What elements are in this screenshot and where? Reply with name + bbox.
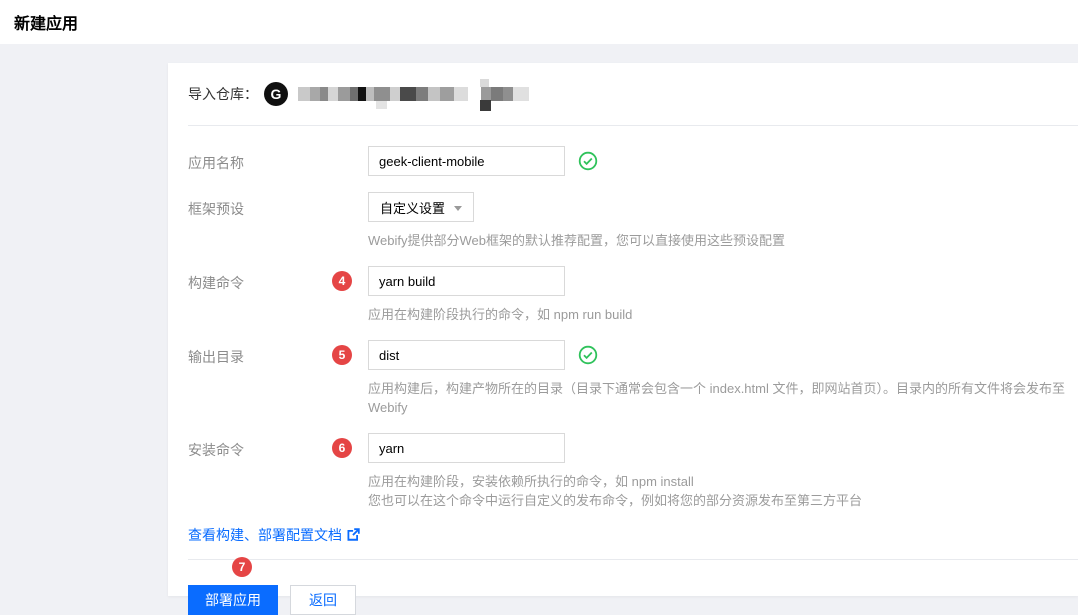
external-link-icon [347, 528, 360, 541]
build-deploy-doc-link[interactable]: 查看构建、部署配置文档 [188, 525, 360, 545]
form-row-build-command: 构建命令 4 应用在构建阶段执行的命令，如 npm run build [188, 266, 1078, 324]
back-button[interactable]: 返回 [290, 585, 356, 615]
import-repo-row: 导入仓库： G [188, 63, 1078, 125]
output-directory-input[interactable] [368, 340, 565, 370]
page-header: 新建应用 [0, 0, 1078, 44]
form-row-framework-preset: 框架预设 自定义设置 Webify提供部分Web框架的默认推荐配置，您可以直接使… [188, 192, 1078, 250]
chevron-down-icon [454, 206, 462, 211]
import-repo-label: 导入仓库： [188, 84, 258, 104]
valid-check-icon [578, 151, 598, 171]
form-row-app-name: 应用名称 [188, 146, 1078, 176]
app-name-input[interactable] [368, 146, 565, 176]
framework-preset-value: 自定义设置 [380, 198, 445, 217]
git-provider-icon: G [264, 82, 288, 106]
install-command-help-2: 您也可以在这个命令中运行自定义的发布命令，例如将您的部分资源发布至第三方平台 [368, 491, 862, 510]
output-directory-help: 应用构建后，构建产物所在的目录（目录下通常会包含一个 index.html 文件… [368, 379, 1078, 417]
form-row-output-directory: 输出目录 5 应用构建后，构建产物所在的目录（目录下通常会包含一个 index.… [188, 340, 1078, 417]
framework-preset-label: 框架预设 [188, 192, 368, 250]
app-config-form: 应用名称 框架预设 自定义设置 [188, 126, 1078, 615]
doc-link-label: 查看构建、部署配置文档 [188, 525, 342, 545]
build-command-input[interactable] [368, 266, 565, 296]
framework-preset-select[interactable]: 自定义设置 [368, 192, 474, 222]
valid-check-icon [578, 345, 598, 365]
app-name-label: 应用名称 [188, 146, 368, 176]
redacted-repo-branch [481, 87, 529, 101]
step-badge-5: 5 [332, 345, 352, 365]
page-title: 新建应用 [14, 10, 78, 34]
build-command-help: 应用在构建阶段执行的命令，如 npm run build [368, 305, 632, 324]
redacted-repo-name [298, 87, 468, 101]
install-command-input[interactable] [368, 433, 565, 463]
form-footer: 7 部署应用 返回 [188, 560, 1078, 615]
doc-link-row: 查看构建、部署配置文档 [188, 526, 1078, 543]
form-row-install-command: 安装命令 6 应用在构建阶段，安装依赖所执行的命令，如 npm install … [188, 433, 1078, 510]
step-badge-7: 7 [232, 557, 252, 577]
new-app-form-card: 导入仓库： G 应用名称 框架 [168, 63, 1078, 596]
deploy-app-button[interactable]: 部署应用 [188, 585, 278, 615]
framework-preset-help: Webify提供部分Web框架的默认推荐配置，您可以直接使用这些预设配置 [368, 231, 785, 250]
step-badge-4: 4 [332, 271, 352, 291]
step-badge-6: 6 [332, 438, 352, 458]
install-command-help: 应用在构建阶段，安装依赖所执行的命令，如 npm install [368, 472, 862, 491]
